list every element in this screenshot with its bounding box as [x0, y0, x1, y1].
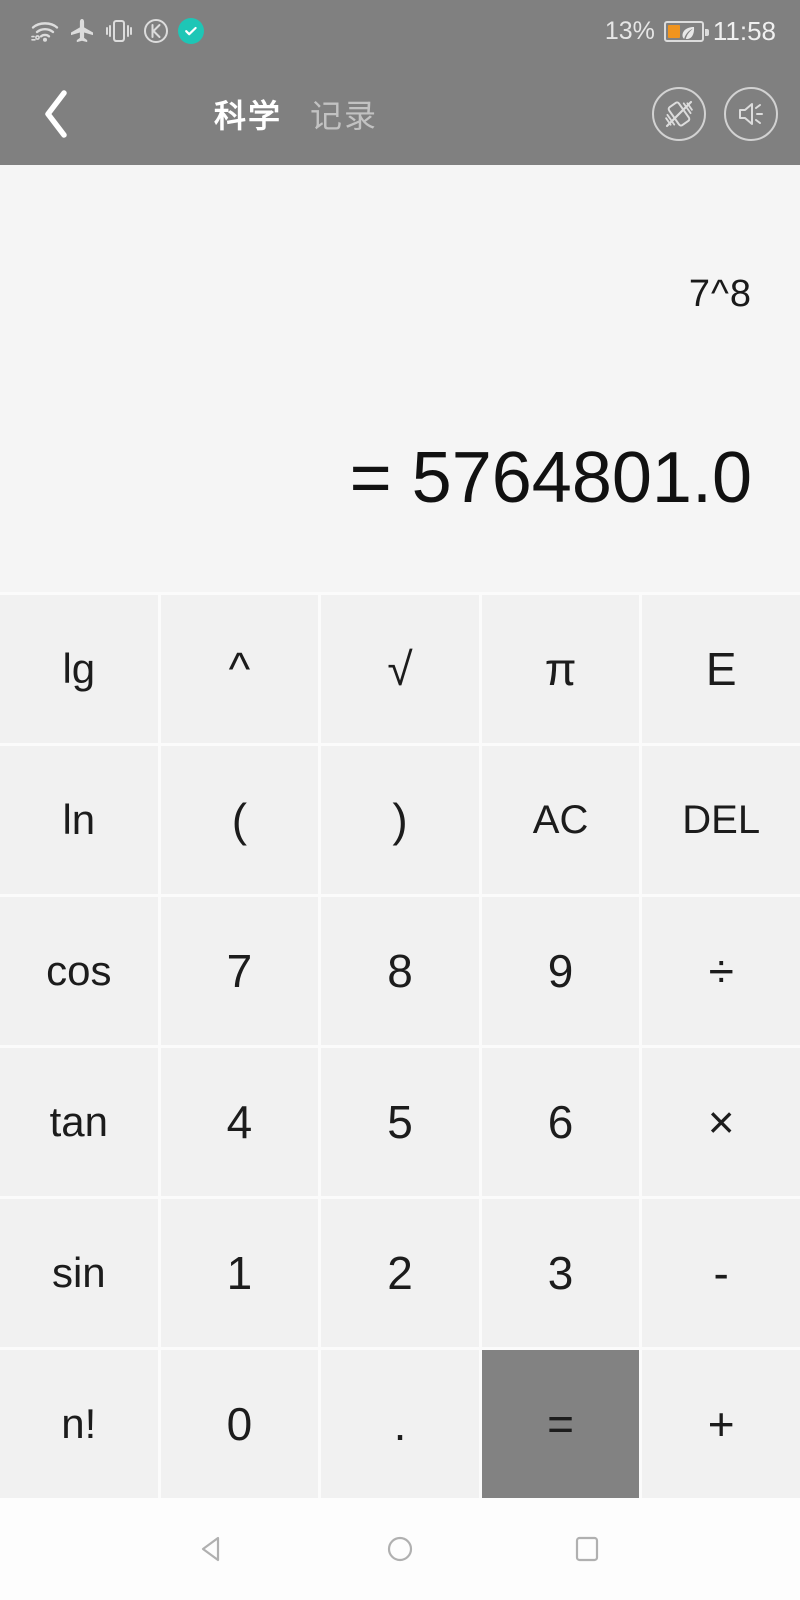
expression-text: 7^8: [688, 273, 752, 315]
status-bar: 13% 11:58: [0, 0, 800, 62]
key-ln[interactable]: ln: [0, 746, 158, 894]
key-all-clear[interactable]: AC: [481, 746, 640, 894]
key-delete[interactable]: DEL: [642, 746, 800, 894]
app-bar-actions: [652, 86, 778, 141]
system-navigation-bar: [0, 1498, 800, 1600]
key-decimal[interactable]: .: [321, 1350, 479, 1498]
key-3[interactable]: 3: [481, 1199, 640, 1347]
key-7[interactable]: 7: [160, 897, 319, 1045]
vibration-off-icon: [665, 100, 693, 127]
nav-recents-icon: [575, 1536, 598, 1562]
nav-back-icon: [202, 1536, 220, 1562]
key-equals[interactable]: =: [481, 1350, 640, 1498]
nav-recents-button[interactable]: [547, 1518, 627, 1580]
result-text: = 5764801.0: [349, 438, 752, 518]
tab-scientific[interactable]: 科学: [214, 91, 282, 137]
k-circle-icon: [143, 18, 169, 44]
status-bar-right: 13% 11:58: [605, 16, 776, 47]
key-0[interactable]: 0: [160, 1350, 319, 1498]
key-1[interactable]: 1: [160, 1199, 319, 1347]
battery-percent-label: 13%: [604, 16, 655, 45]
key-plus[interactable]: +: [642, 1350, 800, 1498]
key-2[interactable]: 2: [321, 1199, 479, 1347]
sound-icon: [739, 102, 763, 125]
key-minus[interactable]: -: [642, 1199, 800, 1347]
phone-screen: 13% 11:58 科学 记录 7^8 = 5764801.0 lg ^ √ π…: [0, 0, 800, 1600]
vibration-off-button[interactable]: [652, 86, 706, 141]
airplane-mode-icon: [69, 18, 95, 44]
key-paren-close[interactable]: ): [321, 746, 479, 894]
key-lg[interactable]: lg: [0, 595, 158, 743]
sound-button[interactable]: [724, 86, 778, 141]
tab-bar: 科学 记录: [214, 91, 378, 137]
app-bar: 科学 记录: [0, 62, 800, 165]
back-button[interactable]: [28, 86, 84, 142]
calculator-display: 7^8 = 5764801.0: [0, 165, 800, 592]
chevron-left-icon: [45, 89, 67, 138]
key-multiply[interactable]: ×: [642, 1048, 800, 1196]
key-e[interactable]: E: [642, 595, 800, 743]
key-divide[interactable]: ÷: [642, 897, 800, 1045]
key-5[interactable]: 5: [321, 1048, 479, 1196]
key-tan[interactable]: tan: [0, 1048, 158, 1196]
status-bar-left-icons: [30, 18, 204, 44]
key-sqrt[interactable]: √: [321, 595, 479, 743]
key-cos[interactable]: cos: [0, 897, 158, 1045]
key-factorial[interactable]: n!: [0, 1350, 158, 1498]
nav-home-icon: [387, 1536, 413, 1562]
check-badge-icon: [178, 18, 204, 44]
key-pi[interactable]: π: [481, 595, 640, 743]
vibrate-icon: [104, 18, 134, 44]
tab-history[interactable]: 记录: [310, 91, 378, 137]
key-9[interactable]: 9: [481, 897, 640, 1045]
key-sin[interactable]: sin: [0, 1199, 158, 1347]
clock-label: 11:58: [712, 15, 776, 46]
key-4[interactable]: 4: [160, 1048, 319, 1196]
key-power[interactable]: ^: [160, 595, 319, 743]
keypad: lg ^ √ π Eln() AC DEL cos 7 8 9 ÷ tan 4 5 6 × sin 1 2 3- n! 0.…: [0, 592, 800, 1498]
nav-back-button[interactable]: [173, 1518, 253, 1580]
key-paren-open[interactable]: (: [160, 746, 319, 894]
key-6[interactable]: 6: [481, 1048, 640, 1196]
battery-icon: [663, 20, 709, 42]
wifi-icon: [30, 19, 60, 43]
key-8[interactable]: 8: [321, 897, 479, 1045]
leaf-icon: [682, 26, 694, 39]
nav-home-button[interactable]: [360, 1518, 440, 1580]
